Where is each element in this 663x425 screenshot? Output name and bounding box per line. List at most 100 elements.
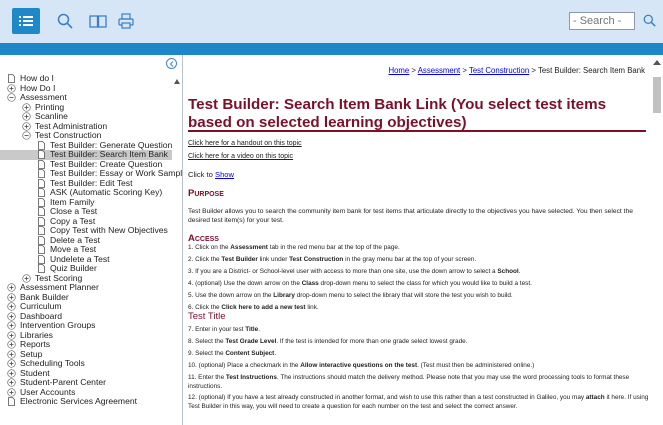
content-scrollbar[interactable] — [651, 55, 663, 425]
sidebar-scrollbar[interactable] — [173, 75, 182, 425]
expand-icon[interactable] — [7, 84, 16, 93]
expand-icon[interactable] — [7, 312, 16, 321]
expand-icon[interactable] — [7, 340, 16, 349]
step-item: 12. (optional) If you have a test alread… — [188, 394, 650, 411]
breadcrumb-separator: > — [409, 66, 418, 75]
scroll-up-arrow-icon[interactable] — [174, 79, 180, 84]
breadcrumb-test-construction[interactable]: Test Construction — [469, 66, 529, 75]
step-item: 1. Click on the Assessment tab in the re… — [188, 244, 650, 253]
toc-tree: How do I How Do I Assessment Printing Scanli… — [0, 73, 182, 407]
breadcrumb-separator: > — [460, 66, 469, 75]
chevron-left-icon — [169, 60, 173, 67]
expand-icon[interactable] — [7, 388, 16, 397]
step-item: 8. Select the Test Grade Level. If the t… — [188, 338, 650, 347]
step-item: 10. (optional) Place a checkmark in the … — [188, 362, 650, 371]
page-icon — [37, 235, 46, 245]
expand-icon[interactable] — [7, 321, 16, 330]
step-text: drop-down menu to select the class for w… — [318, 280, 532, 287]
sidebar-item[interactable]: Printing — [0, 102, 172, 113]
step-emphasis: School — [497, 268, 519, 275]
breadcrumb-home[interactable]: Home — [388, 66, 409, 75]
click-to-text: Click to — [188, 170, 216, 179]
step-text: . If the test is intended for more than … — [276, 338, 468, 345]
collapse-icon[interactable] — [7, 93, 16, 102]
handout-link[interactable]: Click here for a handout on this topic — [188, 140, 302, 147]
page-icon — [37, 216, 46, 226]
step-text: . — [258, 326, 261, 333]
step-item: 7. Enter in your test Title. — [188, 326, 650, 335]
step-text: . (Test must then be administered online… — [417, 362, 535, 369]
print-button[interactable] — [112, 8, 140, 34]
step-emphasis: Test Construction — [289, 256, 344, 263]
title-divider — [188, 130, 646, 132]
toolbar — [0, 0, 663, 43]
step-text: 12. (optional) If you have a test alread… — [188, 394, 586, 401]
step-emphasis: Allow interactive questions on the test — [300, 362, 418, 369]
sidebar-item[interactable]: Assessment — [0, 92, 172, 103]
step-emphasis: Test Instructions — [225, 374, 277, 381]
book-button[interactable] — [84, 8, 112, 34]
search-box — [569, 12, 635, 30]
step-item: 4. (optional) Use the down arrow on the … — [188, 280, 650, 289]
page-icon — [37, 159, 46, 169]
access-heading: Access — [188, 233, 219, 244]
step-text: 2. Click the — [188, 256, 222, 263]
breadcrumb-assessment[interactable]: Assessment — [418, 66, 460, 75]
sidebar-item[interactable]: Quiz Builder — [0, 263, 172, 274]
step-text: 9. Select the — [188, 350, 226, 357]
accent-bar — [0, 43, 663, 55]
expand-icon[interactable] — [7, 369, 16, 378]
step-text: . — [274, 350, 277, 357]
step-text: in the gray menu bar at the top of your … — [343, 256, 477, 263]
expand-icon[interactable] — [7, 293, 16, 302]
search-input[interactable] — [570, 13, 634, 29]
scroll-thumb[interactable] — [653, 77, 661, 113]
search-icon — [57, 13, 73, 29]
step-text: link under — [257, 256, 290, 263]
expand-icon[interactable] — [7, 283, 16, 292]
page-icon — [7, 74, 16, 84]
purpose-text: Test Builder allows you to search the co… — [188, 208, 633, 224]
expand-icon[interactable] — [7, 359, 16, 368]
step-text: 3. If you are a District- or School-leve… — [188, 268, 498, 275]
expand-icon[interactable] — [22, 122, 31, 131]
expand-icon[interactable] — [7, 331, 16, 340]
contents-button[interactable] — [12, 8, 40, 34]
show-link[interactable]: Show — [215, 170, 234, 179]
page-icon — [37, 254, 46, 264]
step-text: 7. Enter in your test — [188, 326, 246, 333]
collapse-icon[interactable] — [22, 131, 31, 140]
step-item: 5. Use the down arrow on the Library dro… — [188, 292, 650, 301]
scroll-up-arrow-icon[interactable] — [653, 60, 661, 65]
topic-content: Home > Assessment > Test Construction > … — [184, 55, 651, 425]
page-icon — [7, 397, 16, 407]
page-icon — [37, 140, 46, 150]
step-text: 6. Click the — [188, 304, 222, 311]
page-title: Test Builder: Search Item Bank Link (You… — [188, 96, 607, 131]
breadcrumb-current: Test Builder: Search Item Bank — [537, 66, 645, 75]
video-link[interactable]: Click here for a video on this topic — [188, 153, 293, 160]
search-toolbar-button[interactable] — [51, 8, 79, 34]
step-text: 5. Use the down arrow on the — [188, 292, 274, 299]
step-text: 1. Click on the — [188, 244, 231, 251]
toc-sidebar: How do I How Do I Assessment Printing Scanli… — [0, 55, 183, 425]
breadcrumb: Home > Assessment > Test Construction > … — [388, 66, 645, 75]
page-icon — [37, 197, 46, 207]
expand-icon[interactable] — [7, 378, 16, 387]
sidebar-item-label: Electronic Services Agreement — [20, 396, 138, 406]
collapse-sidebar-button[interactable] — [166, 58, 177, 69]
expand-icon[interactable] — [22, 112, 31, 121]
expand-icon[interactable] — [22, 103, 31, 112]
sidebar-item[interactable]: Electronic Services Agreement — [0, 396, 172, 407]
step-item: 6. Click the Click here to add a new tes… — [188, 304, 650, 313]
step-text: drop-down menu to select the library tha… — [294, 292, 513, 299]
page-icon — [37, 226, 46, 236]
search-go-button[interactable] — [640, 10, 658, 30]
step-emphasis: Title — [245, 326, 259, 333]
page-icon — [37, 264, 46, 274]
page-icon — [37, 169, 46, 179]
expand-icon[interactable] — [7, 350, 16, 359]
expand-icon[interactable] — [7, 302, 16, 311]
page-icon — [37, 178, 46, 188]
contents-icon — [19, 16, 33, 26]
